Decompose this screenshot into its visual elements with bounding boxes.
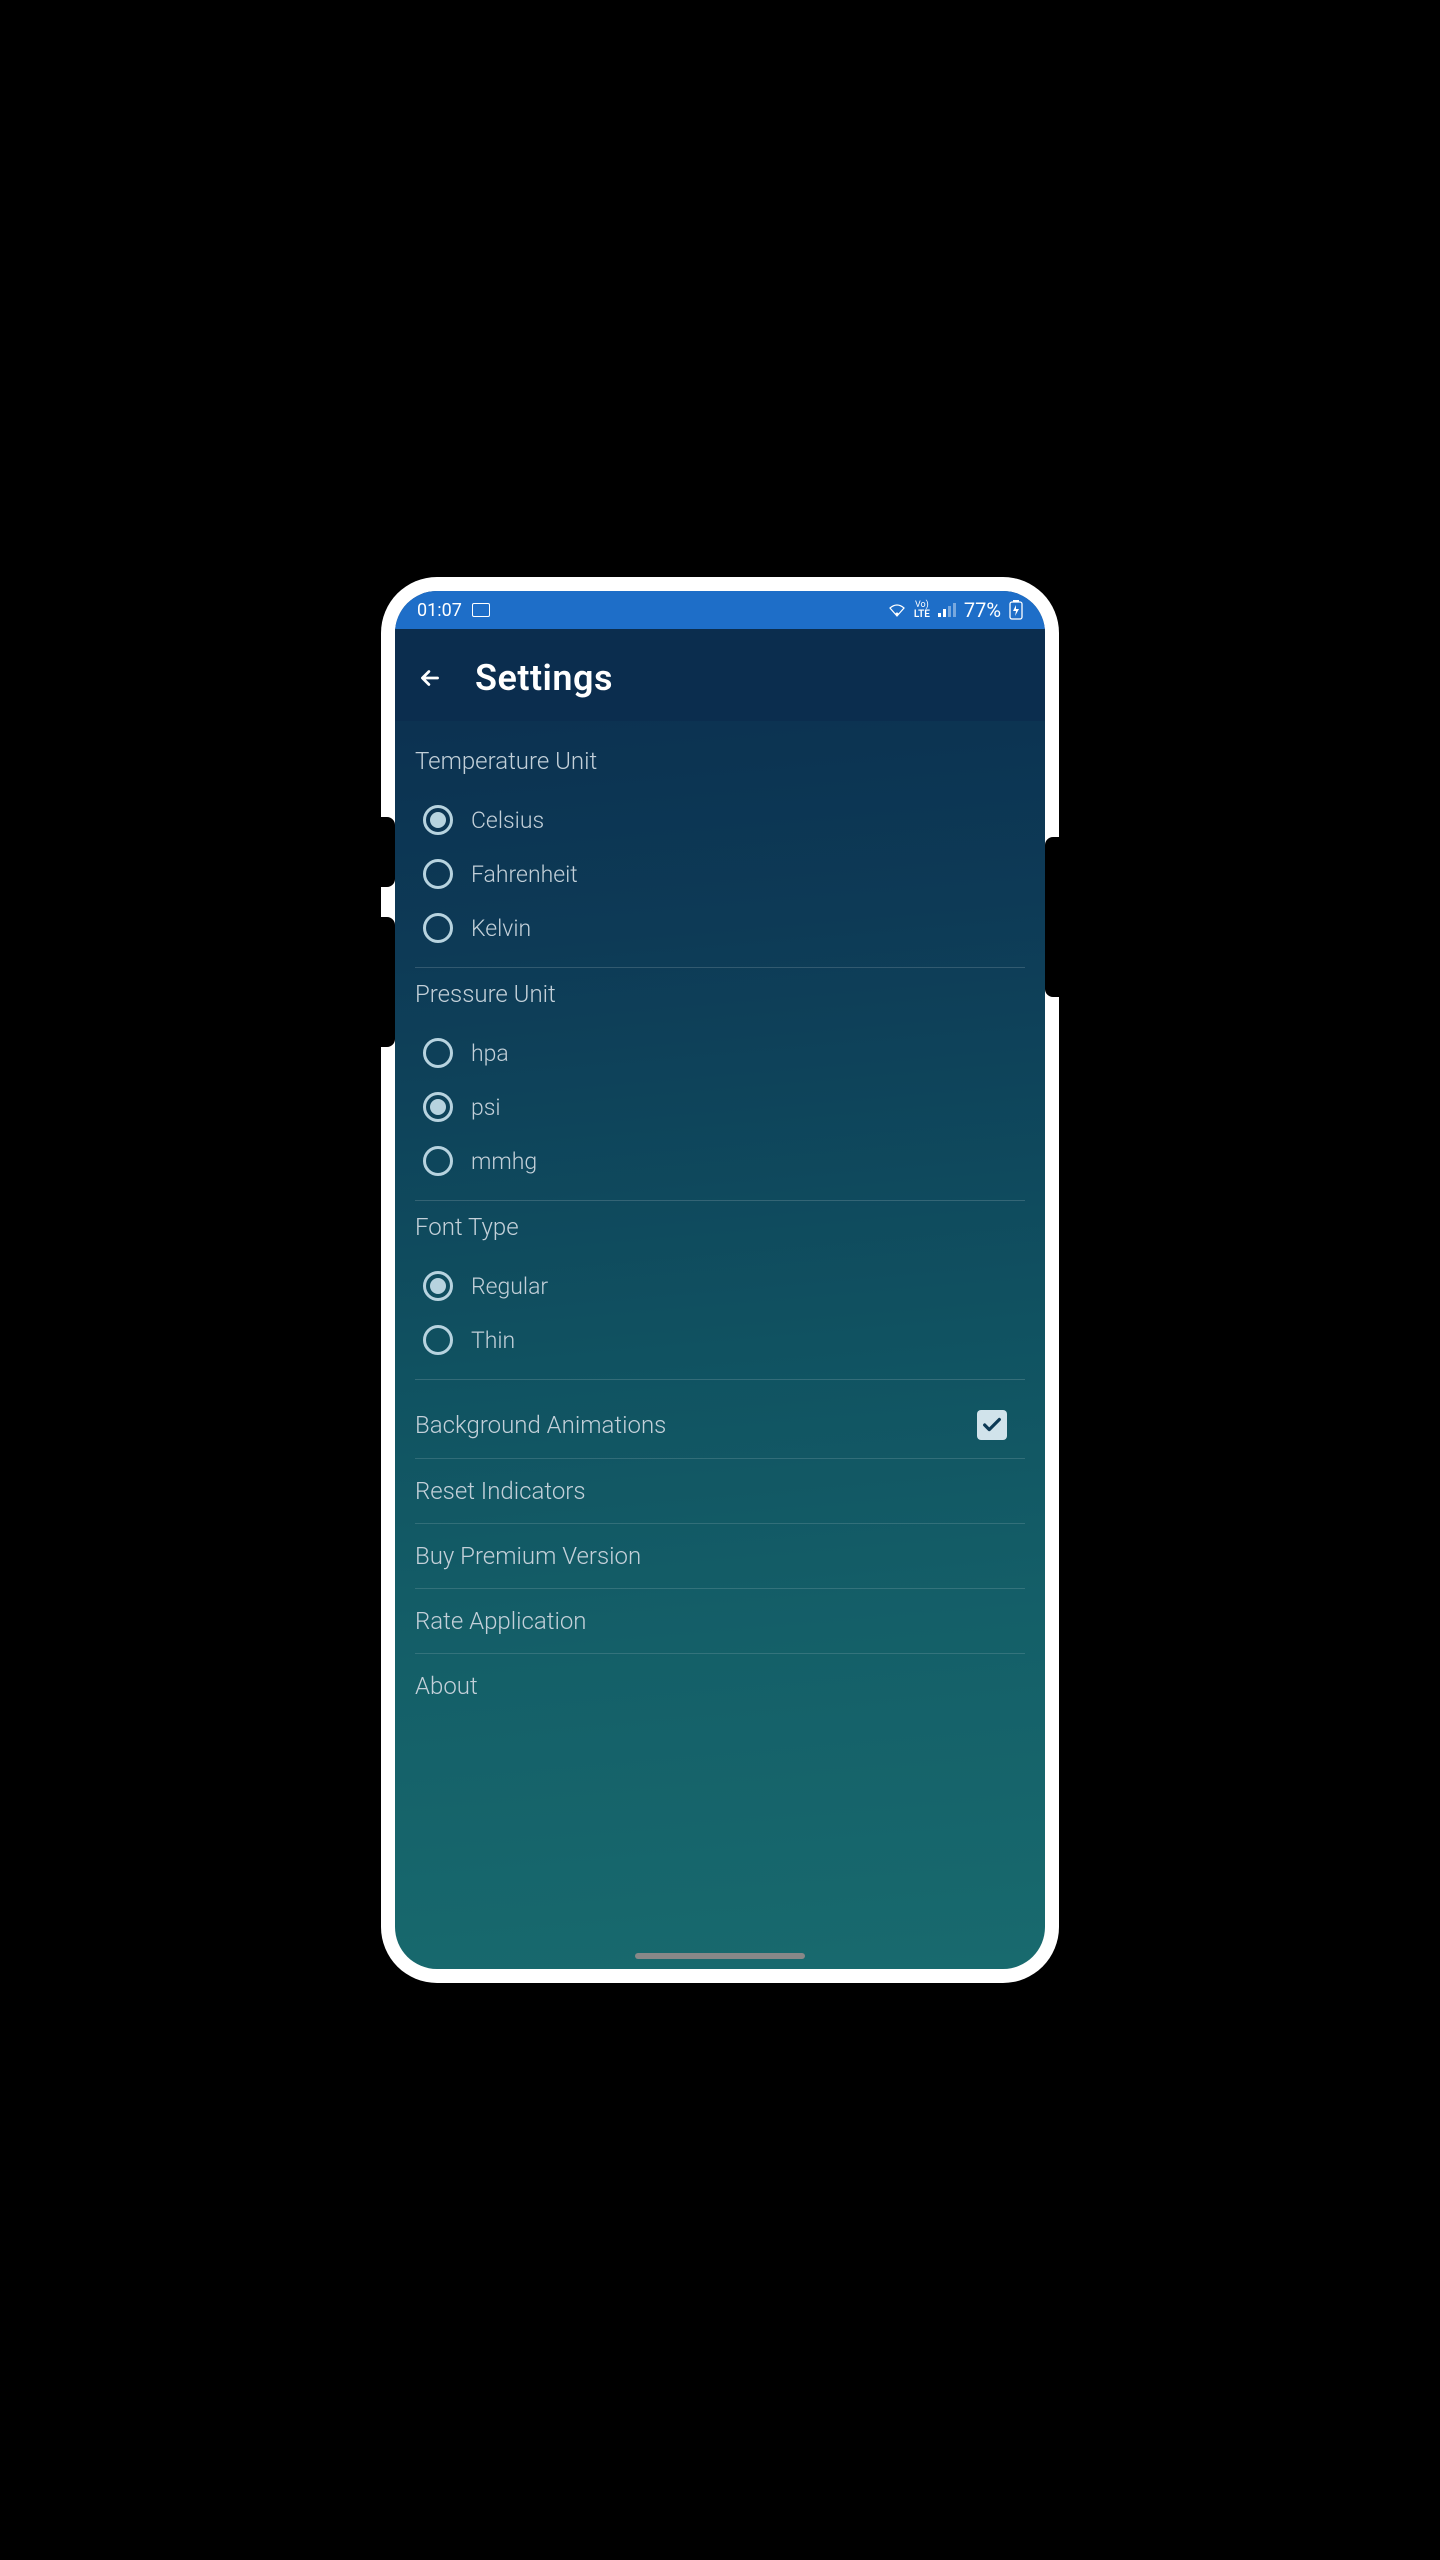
screen: 01:07 Vo) LTE 77% (395, 591, 1045, 1969)
status-right: Vo) LTE 77% (888, 598, 1023, 622)
radio-label: hpa (471, 1040, 509, 1067)
back-arrow-icon[interactable] (417, 665, 443, 691)
phone-button-decor (381, 917, 395, 1047)
wifi-icon (888, 603, 906, 617)
radio-option-mmhg[interactable]: mmhg (415, 1134, 1025, 1188)
phone-button-decor (381, 817, 395, 887)
volte-icon: Vo) LTE (914, 601, 930, 620)
radio-option-psi[interactable]: psi (415, 1080, 1025, 1134)
radio-label: Fahrenheit (471, 861, 578, 888)
section-title-pressure: Pressure Unit (415, 980, 1025, 1008)
phone-frame: 01:07 Vo) LTE 77% (381, 577, 1059, 1983)
battery-charging-icon (1009, 600, 1023, 620)
row-buy-premium[interactable]: Buy Premium Version (415, 1524, 1025, 1588)
radio-option-kelvin[interactable]: Kelvin (415, 901, 1025, 955)
radio-option-hpa[interactable]: hpa (415, 1026, 1025, 1080)
content-scroll[interactable]: Temperature Unit Celsius Fahrenheit Kelv… (395, 721, 1045, 1969)
radio-label: Celsius (471, 807, 544, 834)
row-rate-application[interactable]: Rate Application (415, 1589, 1025, 1653)
radio-icon (423, 859, 453, 889)
divider (415, 1200, 1025, 1201)
action-label: About (415, 1672, 478, 1700)
home-indicator[interactable] (635, 1953, 805, 1959)
divider (415, 1379, 1025, 1380)
radio-icon (423, 1092, 453, 1122)
page-title: Settings (475, 657, 613, 699)
action-label: Buy Premium Version (415, 1542, 641, 1570)
radio-icon (423, 1325, 453, 1355)
radio-label: Kelvin (471, 915, 531, 942)
radio-label: psi (471, 1094, 501, 1121)
action-label: Rate Application (415, 1607, 587, 1635)
row-reset-indicators[interactable]: Reset Indicators (415, 1459, 1025, 1523)
radio-icon (423, 1038, 453, 1068)
radio-icon (423, 805, 453, 835)
status-left: 01:07 (417, 600, 490, 621)
phone-button-decor (1045, 837, 1059, 997)
radio-icon (423, 913, 453, 943)
signal-icon (938, 603, 956, 617)
section-title-temperature: Temperature Unit (415, 747, 1025, 775)
row-background-animations[interactable]: Background Animations (415, 1392, 1025, 1458)
picture-icon (472, 603, 490, 617)
radio-option-regular[interactable]: Regular (415, 1259, 1025, 1313)
battery-percentage: 77% (964, 598, 1001, 622)
radio-label: Regular (471, 1273, 548, 1300)
row-about[interactable]: About (415, 1654, 1025, 1718)
checkbox-icon[interactable] (977, 1410, 1007, 1440)
radio-option-fahrenheit[interactable]: Fahrenheit (415, 847, 1025, 901)
status-bar: 01:07 Vo) LTE 77% (395, 591, 1045, 629)
divider (415, 967, 1025, 968)
radio-icon (423, 1271, 453, 1301)
radio-label: Thin (471, 1327, 515, 1354)
radio-option-thin[interactable]: Thin (415, 1313, 1025, 1367)
radio-icon (423, 1146, 453, 1176)
radio-option-celsius[interactable]: Celsius (415, 793, 1025, 847)
title-bar: Settings (395, 629, 1045, 721)
radio-label: mmhg (471, 1148, 537, 1175)
section-title-font: Font Type (415, 1213, 1025, 1241)
action-label: Reset Indicators (415, 1477, 586, 1505)
status-time: 01:07 (417, 600, 462, 621)
action-label: Background Animations (415, 1411, 666, 1439)
